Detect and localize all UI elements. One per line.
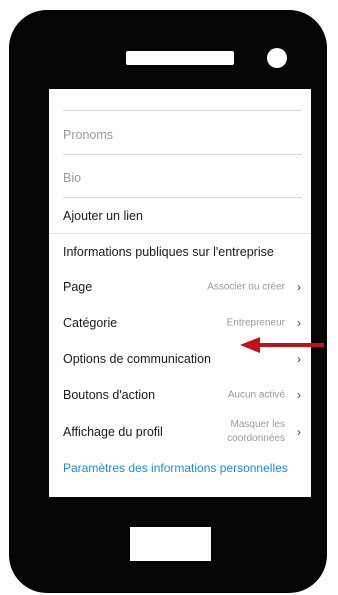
chevron-right-icon: › <box>297 280 301 294</box>
row-page[interactable]: Page Associer ou créer › <box>49 269 311 305</box>
row-page-label: Page <box>63 280 93 294</box>
row-contact-options-label: Options de communication <box>63 352 211 366</box>
bio-underline <box>63 197 302 198</box>
section-divider <box>49 233 311 234</box>
row-page-value: Associer ou créer <box>207 281 285 293</box>
pronouns-field[interactable]: Pronoms <box>63 128 113 142</box>
row-action-buttons[interactable]: Boutons d'action Aucun activé › <box>49 377 311 413</box>
chevron-right-icon: › <box>297 316 301 330</box>
name-field-underline <box>63 110 302 111</box>
phone-frame: Pronoms Bio Ajouter un lien Informations… <box>9 10 327 593</box>
phone-camera <box>267 48 287 68</box>
pronouns-underline <box>63 154 302 155</box>
row-action-buttons-value: Aucun activé <box>227 389 285 401</box>
personal-info-settings-link[interactable]: Paramètres des informations personnelles <box>63 461 288 475</box>
chevron-right-icon: › <box>297 425 301 439</box>
chevron-right-icon: › <box>297 388 301 402</box>
row-profile-display[interactable]: Affichage du profil Masquer les coordonn… <box>49 411 311 453</box>
bio-field[interactable]: Bio <box>63 171 81 185</box>
row-profile-display-label: Affichage du profil <box>63 425 163 439</box>
row-category[interactable]: Catégorie Entrepreneur › <box>49 305 311 341</box>
row-category-label: Catégorie <box>63 316 118 330</box>
home-button[interactable] <box>130 527 211 561</box>
phone-screen: Pronoms Bio Ajouter un lien Informations… <box>49 89 311 497</box>
add-link-button[interactable]: Ajouter un lien <box>63 209 143 223</box>
chevron-right-icon: › <box>297 352 301 366</box>
phone-speaker <box>126 51 234 65</box>
row-category-value: Entrepreneur <box>226 317 285 329</box>
business-section-title: Informations publiques sur l'entreprise <box>63 245 274 259</box>
row-action-buttons-label: Boutons d'action <box>63 388 156 402</box>
row-profile-display-value: Masquer les coordonnées <box>227 419 285 444</box>
red-arrow-icon <box>240 337 324 353</box>
